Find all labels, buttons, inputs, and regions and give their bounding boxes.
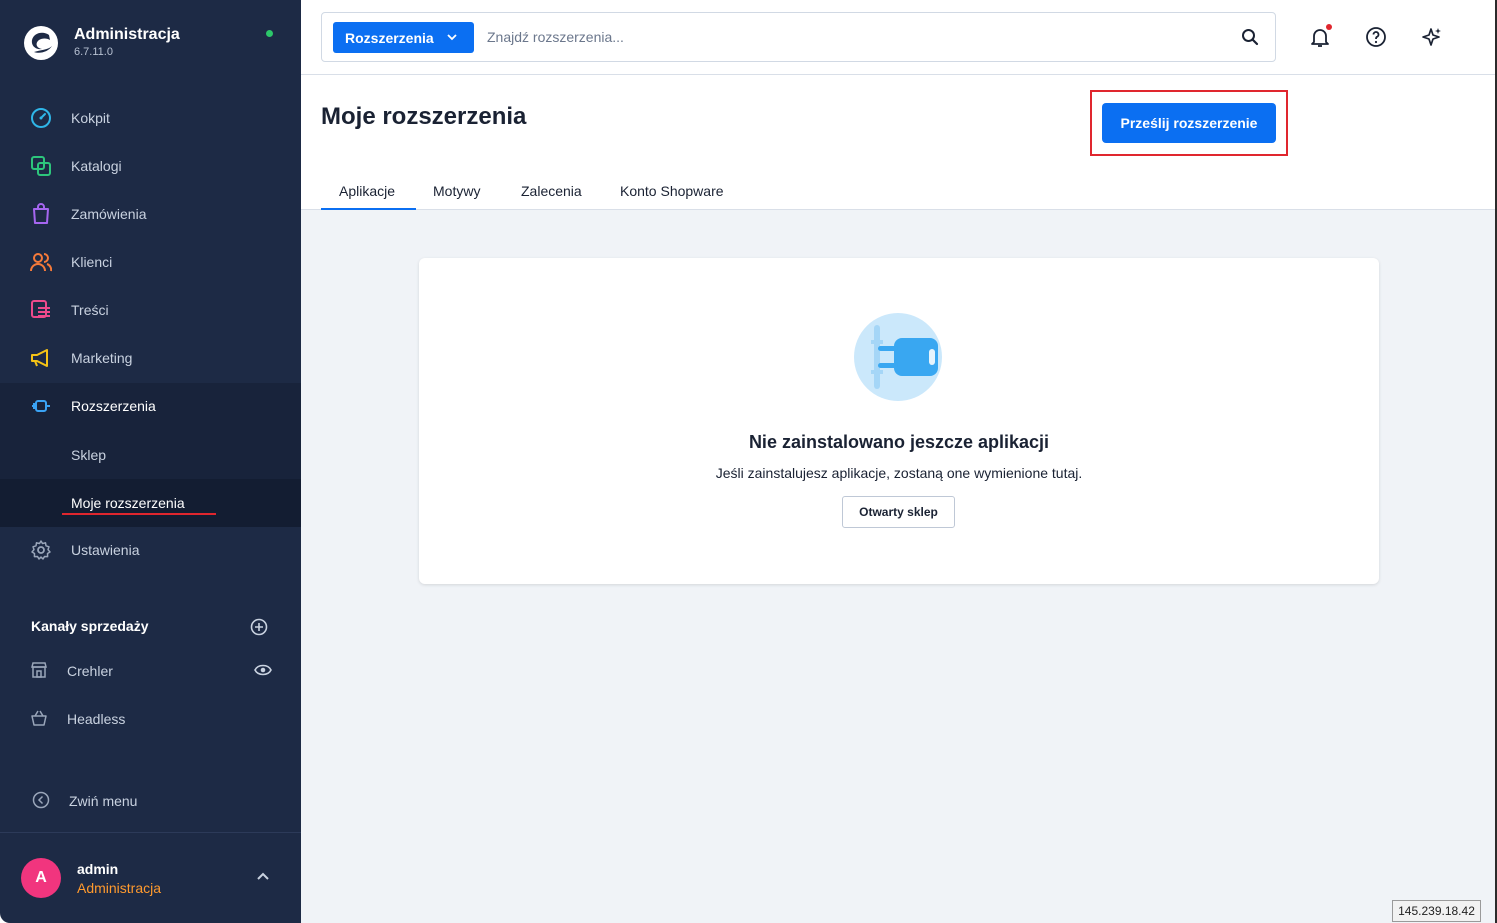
empty-state-title: Nie zainstalowano jeszcze aplikacji — [748, 432, 1050, 452]
sidebar: Administracja 6.7.11.0 Kokpit Katalogi Z… — [0, 0, 301, 923]
sidebar-item-label: Treści — [71, 302, 109, 318]
user-role: Administracja — [77, 880, 162, 896]
sidebar-subitem-moje-rozszerzenia[interactable]: Moje rozszerzenia — [0, 479, 301, 527]
sidebar-item-klienci[interactable]: Klienci — [0, 239, 301, 287]
tabs: Aplikacje Motywy Zalecenia Konto Shopwar… — [301, 170, 1497, 210]
app-version: 6.7.11.0 — [74, 46, 113, 58]
shopware-logo-icon — [24, 26, 58, 60]
sidebar-item-label: Zamówienia — [71, 206, 147, 222]
sales-channel-crehler[interactable]: Crehler — [0, 649, 301, 693]
online-status-dot — [266, 30, 273, 37]
storefront-icon — [31, 662, 47, 678]
sidebar-item-kokpit[interactable]: Kokpit — [0, 95, 301, 143]
sidebar-item-zamowienia[interactable]: Zamówienia — [0, 191, 301, 239]
sidebar-item-katalogi[interactable]: Katalogi — [0, 143, 301, 191]
sidebar-item-label: Rozszerzenia — [71, 398, 156, 414]
search-bar: Rozszerzenia — [321, 12, 1276, 62]
customers-icon — [30, 253, 52, 272]
extension-plug-icon — [854, 313, 942, 401]
chevron-up-icon[interactable] — [256, 871, 270, 881]
ai-sparkle-icon[interactable] — [1421, 26, 1443, 48]
sidebar-item-tresci[interactable]: Treści — [0, 287, 301, 335]
highlight-box: Prześlij rozszerzenie — [1090, 90, 1288, 156]
highlight-underline — [62, 513, 216, 515]
page-title: Moje rozszerzenia — [321, 103, 527, 130]
empty-state-subtitle: Jeśli zainstalujesz aplikacje, zostaną o… — [715, 465, 1083, 481]
tab-zalecenia[interactable]: Zalecenia — [521, 183, 582, 210]
add-channel-icon[interactable] — [250, 618, 268, 636]
user-menu[interactable]: A admin Administracja — [0, 832, 301, 923]
search-type-label: Rozszerzenia — [345, 30, 434, 46]
avatar: A — [21, 858, 61, 898]
sidebar-subitem-sklep[interactable]: Sklep — [0, 431, 301, 479]
search-type-select[interactable]: Rozszerzenia — [333, 22, 474, 53]
app-title: Administracja — [74, 26, 180, 43]
basket-icon — [31, 710, 47, 726]
catalog-icon — [31, 156, 51, 176]
gear-icon — [31, 540, 51, 560]
chevron-down-icon — [447, 34, 457, 41]
upload-extension-button[interactable]: Prześlij rozszerzenie — [1102, 103, 1276, 143]
dashboard-icon — [31, 108, 51, 128]
plug-icon — [32, 400, 50, 412]
chevron-left-circle-icon — [32, 791, 50, 809]
notification-badge — [1326, 24, 1332, 30]
megaphone-icon — [31, 349, 48, 367]
empty-state-card: Nie zainstalowano jeszcze aplikacji Jeśl… — [419, 258, 1379, 584]
collapse-menu-label: Zwiń menu — [69, 793, 138, 809]
sidebar-item-marketing[interactable]: Marketing — [0, 335, 301, 383]
search-input[interactable] — [487, 26, 1187, 48]
sidebar-subitem-label: Sklep — [71, 447, 107, 463]
search-icon[interactable] — [1241, 28, 1259, 46]
sidebar-item-label: Marketing — [71, 350, 133, 366]
sales-channel-headless[interactable]: Headless — [0, 697, 301, 741]
collapse-menu-button[interactable]: Zwiń menu — [0, 786, 301, 816]
open-store-button[interactable]: Otwarty sklep — [842, 496, 955, 528]
sidebar-item-label: Klienci — [71, 254, 113, 270]
bag-icon — [33, 203, 49, 224]
sales-channel-label: Headless — [67, 711, 126, 727]
tab-konto-shopware[interactable]: Konto Shopware — [620, 183, 724, 210]
tab-aplikacje[interactable]: Aplikacje — [321, 183, 416, 210]
sales-channel-label: Crehler — [67, 663, 113, 679]
sidebar-item-label: Ustawienia — [71, 542, 140, 558]
content-icon — [31, 300, 50, 318]
tab-motywy[interactable]: Motywy — [433, 183, 480, 210]
sidebar-item-ustawienia[interactable]: Ustawienia — [0, 527, 301, 575]
sidebar-item-rozszerzenia[interactable]: Rozszerzenia — [0, 383, 301, 431]
sidebar-subitem-label: Moje rozszerzenia — [71, 495, 185, 511]
sales-channels-title: Kanały sprzedaży — [31, 618, 149, 634]
eye-icon[interactable] — [254, 663, 272, 677]
sidebar-item-label: Kokpit — [71, 110, 110, 126]
sidebar-item-label: Katalogi — [71, 158, 122, 174]
user-name: admin — [77, 861, 119, 877]
help-icon[interactable] — [1365, 26, 1387, 48]
ip-address-badge: 145.239.18.42 — [1392, 900, 1481, 922]
brand: Administracja 6.7.11.0 — [22, 22, 282, 62]
top-bar: Rozszerzenia — [301, 0, 1497, 75]
